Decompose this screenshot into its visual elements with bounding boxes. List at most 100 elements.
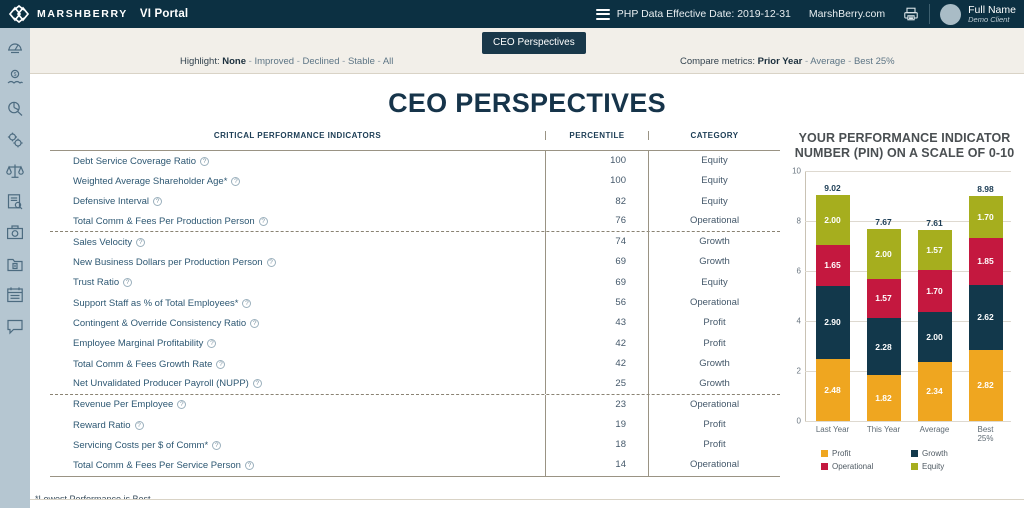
table-row[interactable]: Revenue Per Employee? 23 Operational xyxy=(50,394,780,415)
kpi-name-cell: Contingent & Override Consistency Ratio? xyxy=(50,318,545,329)
kpi-table: CRITICAL PERFORMANCE INDICATORS PERCENTI… xyxy=(50,131,780,477)
calendar-icon[interactable] xyxy=(5,285,25,305)
table-row[interactable]: Support Staff as % of Total Employees*? 5… xyxy=(50,293,780,314)
tab-ceo-perspectives[interactable]: CEO Perspectives xyxy=(482,32,586,54)
bar-best-25[interactable]: 8.98 1.70 1.85 2.62 2.82 xyxy=(968,171,1003,421)
compare-option-best25[interactable]: Best 25% xyxy=(854,56,895,67)
question-mark-icon[interactable]: ? xyxy=(244,461,254,471)
table-row[interactable]: Debt Service Coverage Ratio? 100 Equity xyxy=(50,151,780,172)
category-cell: Profit xyxy=(648,414,780,436)
bar-total-label: 8.98 xyxy=(977,183,994,194)
sep-6: - xyxy=(848,56,852,67)
x-axis-label: Last Year xyxy=(815,424,850,434)
question-mark-icon[interactable]: ? xyxy=(207,339,217,349)
highlight-option-improved[interactable]: Improved xyxy=(254,56,294,67)
printer-icon[interactable] xyxy=(903,6,919,22)
kpi-label: Contingent & Override Consistency Ratio xyxy=(73,318,247,330)
legend-item-equity[interactable]: Equity xyxy=(911,462,1001,471)
table-row[interactable]: Sales Velocity? 74 Growth xyxy=(50,232,780,253)
kpi-name-cell: Total Comm & Fees Per Production Person? xyxy=(50,216,545,227)
category-cell: Profit xyxy=(648,313,780,334)
category-cell: Operational xyxy=(648,394,780,415)
kpi-label: Total Comm & Fees Per Service Person xyxy=(73,460,241,472)
question-mark-icon[interactable]: ? xyxy=(266,258,276,268)
question-mark-icon[interactable]: ? xyxy=(250,319,260,329)
compare-option-average[interactable]: Average xyxy=(810,56,845,67)
highlight-option-declined[interactable]: Declined xyxy=(303,56,340,67)
kpi-label: Debt Service Coverage Ratio xyxy=(73,155,197,167)
category-cell: Operational xyxy=(648,293,780,314)
table-row[interactable]: Total Comm & Fees Growth Rate? 42 Growth xyxy=(50,353,780,375)
y-axis-tick: 2 xyxy=(796,366,801,375)
category-cell: Growth xyxy=(648,232,780,253)
bar-segment-profit: 2.82 xyxy=(968,350,1003,421)
highlight-option-stable[interactable]: Stable xyxy=(348,56,375,67)
percentile-cell: 18 xyxy=(545,435,648,456)
legend-item-growth[interactable]: Growth xyxy=(911,449,1001,458)
dollar-network-icon[interactable]: $ xyxy=(5,68,25,88)
main-content: CEO Perspectives Highlight: None - Impro… xyxy=(30,28,1024,508)
question-mark-icon[interactable]: ? xyxy=(123,278,133,288)
table-row[interactable]: Weighted Average Shareholder Age*? 100 Equ… xyxy=(50,171,780,192)
highlight-label: Highlight: xyxy=(180,56,220,67)
document-search-icon[interactable] xyxy=(5,192,25,212)
bar-total-label: 7.61 xyxy=(926,218,943,229)
table-row[interactable]: Reward Ratio? 19 Profit xyxy=(50,414,780,436)
folder-archive-icon[interactable] xyxy=(5,254,25,274)
table-row[interactable]: New Business Dollars per Production Pers… xyxy=(50,252,780,273)
table-row[interactable]: Total Comm & Fees Per Production Person?… xyxy=(50,211,780,233)
compare-option-prior-year[interactable]: Prior Year xyxy=(758,56,803,67)
percentile-cell: 100 xyxy=(545,151,648,172)
category-cell: Operational xyxy=(648,211,780,232)
scales-icon[interactable] xyxy=(5,161,25,181)
table-row[interactable]: Trust Ratio? 69 Equity xyxy=(50,272,780,294)
table-row[interactable]: Contingent & Override Consistency Ratio?… xyxy=(50,313,780,334)
category-cell: Equity xyxy=(648,272,780,294)
legend-item-operational[interactable]: Operational xyxy=(821,462,911,471)
bar-this-year[interactable]: 7.67 2.00 1.57 2.28 1.82 xyxy=(866,171,901,421)
percentile-cell: 43 xyxy=(545,313,648,334)
question-mark-icon[interactable]: ? xyxy=(153,197,163,207)
percentile-cell: 69 xyxy=(545,252,648,273)
marshberry-logo-icon[interactable] xyxy=(6,4,32,24)
avatar[interactable] xyxy=(940,3,962,25)
table-row[interactable]: Servicing Costs per $ of Comm*? 18 Profit xyxy=(50,435,780,456)
table-row[interactable]: Employee Marginal Profitability? 42 Profit xyxy=(50,333,780,354)
question-mark-icon[interactable]: ? xyxy=(212,440,222,450)
question-mark-icon[interactable]: ? xyxy=(242,298,252,308)
sep-2: - xyxy=(296,56,300,67)
legend-item-profit[interactable]: Profit xyxy=(821,449,911,458)
question-mark-icon[interactable]: ? xyxy=(216,359,226,369)
y-axis-tick: 10 xyxy=(792,166,801,175)
kpi-label: Employee Marginal Profitability xyxy=(73,338,204,350)
question-mark-icon[interactable]: ? xyxy=(136,237,146,247)
percentile-cell: 42 xyxy=(545,333,648,354)
question-mark-icon[interactable]: ? xyxy=(252,379,262,389)
marshberry-site-link[interactable]: MarshBerry.com xyxy=(809,8,885,20)
question-mark-icon[interactable]: ? xyxy=(134,420,144,430)
col-header-percentile: PERCENTILE xyxy=(545,131,648,140)
chat-icon[interactable] xyxy=(5,316,25,336)
highlight-filter-group: Highlight: None - Improved - Declined - … xyxy=(180,56,393,67)
highlight-option-all[interactable]: All xyxy=(383,56,394,67)
question-mark-icon[interactable]: ? xyxy=(177,400,187,410)
kpi-name-cell: Weighted Average Shareholder Age*? xyxy=(50,176,545,187)
user-info[interactable]: Full Name Demo Client xyxy=(968,4,1016,25)
dashboard-icon[interactable] xyxy=(5,37,25,57)
table-row[interactable]: Net Unvalidated Producer Payroll (NUPP)?… xyxy=(50,373,780,395)
y-axis: 0 2 4 6 8 10 xyxy=(785,166,803,425)
pie-search-icon[interactable] xyxy=(5,99,25,119)
hamburger-icon[interactable] xyxy=(595,8,610,20)
highlight-option-none[interactable]: None xyxy=(222,56,246,67)
gears-icon[interactable] xyxy=(5,130,25,150)
bar-average[interactable]: 7.61 1.57 1.70 2.00 2.34 xyxy=(917,171,952,421)
bar-last-year[interactable]: 9.02 2.00 1.65 2.90 2.48 xyxy=(815,171,850,421)
category-cell: Profit xyxy=(648,435,780,456)
legend-swatch xyxy=(821,449,828,457)
camera-report-icon[interactable] xyxy=(5,223,25,243)
question-mark-icon[interactable]: ? xyxy=(258,217,268,227)
question-mark-icon[interactable]: ? xyxy=(231,176,241,186)
question-mark-icon[interactable]: ? xyxy=(200,156,210,166)
table-row[interactable]: Total Comm & Fees Per Service Person? 14 O… xyxy=(50,455,780,476)
table-row[interactable]: Defensive Interval? 82 Equity xyxy=(50,191,780,212)
